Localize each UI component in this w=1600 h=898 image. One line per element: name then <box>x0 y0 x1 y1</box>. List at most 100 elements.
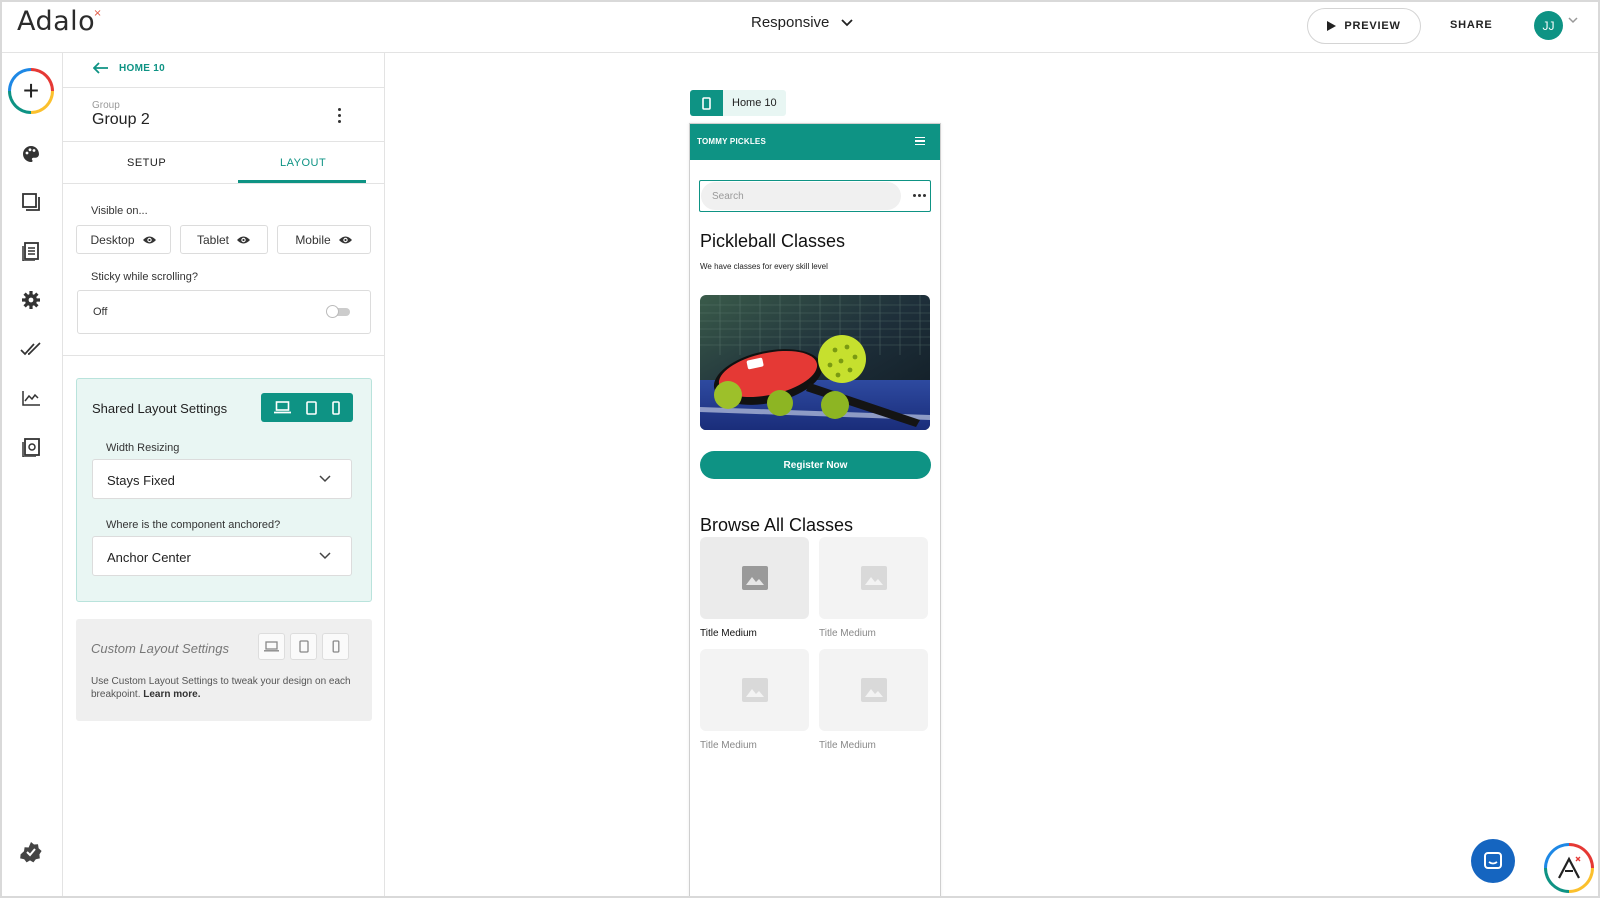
screen-tag[interactable]: Home 10 <box>690 90 786 116</box>
mobile-icon <box>690 90 723 116</box>
user-avatar[interactable]: JJ <box>1534 11 1563 40</box>
custom-layout-description: Use Custom Layout Settings to tweak your… <box>91 675 357 701</box>
preview-button[interactable]: PREVIEW <box>1307 8 1421 44</box>
custom-layout-title: Custom Layout Settings <box>91 641 230 656</box>
more-options-icon[interactable] <box>913 194 926 197</box>
left-icon-rail: + <box>0 53 63 898</box>
share-label: SHARE <box>1450 19 1493 31</box>
checkmarks-icon[interactable] <box>20 338 42 360</box>
component-type-label: Group <box>92 100 120 111</box>
preview-label: PREVIEW <box>1344 20 1401 32</box>
width-resizing-label: Width Resizing <box>106 442 180 454</box>
visibility-label: Mobile <box>295 232 331 247</box>
search-placeholder: Search <box>712 191 744 202</box>
app-bar[interactable]: TOMMY PICKLES <box>690 124 940 160</box>
chat-support-button[interactable] <box>1471 839 1515 883</box>
sticky-toggle[interactable] <box>326 305 350 318</box>
anchor-value: Anchor Center <box>107 550 191 565</box>
verified-badge-icon[interactable] <box>20 841 42 863</box>
back-link[interactable]: HOME 10 <box>93 62 165 74</box>
class-card[interactable]: Title Medium <box>819 537 928 639</box>
arrow-left-icon <box>93 62 108 74</box>
view-mode-label: Responsive <box>751 14 830 31</box>
app-title: TOMMY PICKLES <box>697 137 766 146</box>
tablet-icon[interactable] <box>306 400 317 415</box>
mobile-icon[interactable] <box>322 633 349 660</box>
mobile-icon[interactable] <box>331 400 340 415</box>
screens-icon[interactable] <box>20 191 42 213</box>
eye-icon <box>142 236 156 243</box>
card-title: Title Medium <box>700 628 757 639</box>
adalo-logo[interactable]: Adalo × <box>17 6 102 37</box>
hamburger-menu-icon[interactable] <box>915 137 925 145</box>
breakpoint-selector <box>261 393 353 422</box>
width-resizing-dropdown[interactable]: Stays Fixed <box>92 459 352 499</box>
divider <box>63 87 385 88</box>
image-placeholder-icon <box>819 649 928 731</box>
add-component-button[interactable]: + <box>8 68 54 114</box>
chevron-down-icon <box>319 475 331 483</box>
page-heading[interactable]: Pickleball Classes <box>700 231 845 252</box>
visibility-label: Desktop <box>90 232 135 247</box>
image-placeholder-icon <box>700 649 809 731</box>
divider <box>63 141 385 142</box>
divider <box>63 355 385 356</box>
tab-layout[interactable]: LAYOUT <box>280 157 326 169</box>
editor-canvas <box>386 53 1600 898</box>
divider <box>63 183 385 184</box>
play-icon <box>1327 21 1337 31</box>
eye-icon <box>338 236 352 243</box>
class-card[interactable]: Title Medium <box>700 649 809 751</box>
adalo-a-icon <box>1547 846 1591 890</box>
learn-more-link[interactable]: Learn more. <box>143 689 200 700</box>
custom-layout-settings: Custom Layout Settings Use Custom Layout… <box>76 619 372 721</box>
more-options-icon[interactable] <box>333 105 345 125</box>
shared-layout-settings: Shared Layout Settings Width Resizing St… <box>76 378 372 602</box>
visibility-mobile-button[interactable]: Mobile <box>277 225 371 254</box>
register-now-button[interactable]: Register Now <box>700 451 931 479</box>
screen-preview[interactable]: TOMMY PICKLES Search Pickleball Classes … <box>689 123 941 898</box>
laptop-icon[interactable] <box>274 401 292 414</box>
visibility-label: Tablet <box>196 232 230 247</box>
visibility-tablet-button[interactable]: Tablet <box>180 225 268 254</box>
adalo-assistant-button[interactable] <box>1544 843 1594 893</box>
chevron-down-icon <box>319 552 331 560</box>
plus-icon: + <box>11 71 51 111</box>
eye-icon <box>237 236 251 243</box>
hero-image[interactable] <box>700 295 930 430</box>
image-placeholder-icon <box>819 537 928 619</box>
analytics-icon[interactable] <box>20 387 42 409</box>
back-label: HOME 10 <box>119 62 166 74</box>
chevron-down-icon[interactable] <box>1568 17 1578 24</box>
card-title: Title Medium <box>819 628 876 639</box>
anchor-dropdown[interactable]: Anchor Center <box>92 536 352 576</box>
logo-mark: × <box>93 8 103 19</box>
page-subheading[interactable]: We have classes for every skill level <box>700 262 828 271</box>
search-input[interactable]: Search <box>701 182 901 210</box>
component-name[interactable]: Group 2 <box>92 111 150 129</box>
pickleball-paddle-image <box>700 295 930 430</box>
sticky-value: Off <box>93 306 108 318</box>
view-mode-dropdown[interactable]: Responsive <box>751 14 854 31</box>
publish-icon[interactable] <box>20 436 42 458</box>
visibility-desktop-button[interactable]: Desktop <box>76 225 171 254</box>
browse-heading[interactable]: Browse All Classes <box>700 515 853 536</box>
settings-icon[interactable] <box>20 289 42 311</box>
database-icon[interactable] <box>20 240 42 262</box>
palette-icon[interactable] <box>20 143 42 165</box>
tab-setup[interactable]: SETUP <box>127 157 166 169</box>
card-title: Title Medium <box>819 740 876 751</box>
class-card[interactable]: Title Medium <box>819 649 928 751</box>
avatar-initials: JJ <box>1542 18 1555 33</box>
chat-icon <box>1484 852 1502 869</box>
class-card[interactable]: Title Medium <box>700 537 809 639</box>
logo-text: Adalo <box>17 6 96 37</box>
screen-name: Home 10 <box>723 90 786 116</box>
laptop-icon[interactable] <box>258 633 285 660</box>
tablet-icon[interactable] <box>290 633 317 660</box>
search-group[interactable]: Search <box>699 180 931 212</box>
register-label: Register Now <box>783 459 848 471</box>
card-title: Title Medium <box>700 740 757 751</box>
chevron-down-icon <box>841 18 854 26</box>
share-button[interactable]: SHARE <box>1450 19 1493 31</box>
